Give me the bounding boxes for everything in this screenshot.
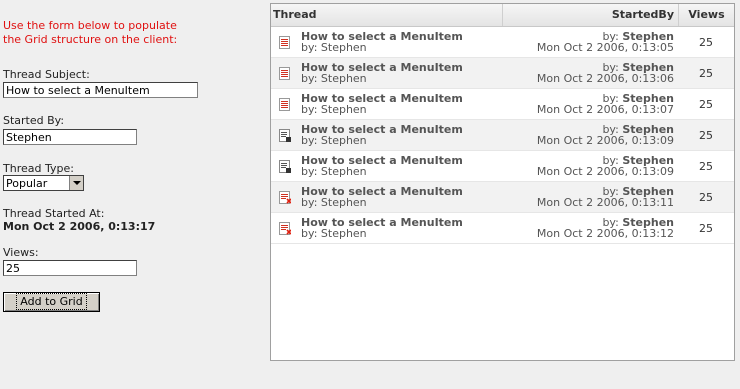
doc-icon	[279, 67, 291, 80]
column-header-views[interactable]: Views	[678, 4, 734, 26]
add-to-grid-button[interactable]: Add to Grid	[3, 292, 100, 312]
add-to-grid-label: Add to Grid	[16, 293, 87, 310]
started-date: Mon Oct 2 2006, 0:13:05	[536, 41, 674, 54]
grid-header: Thread StartedBy Views	[271, 4, 734, 27]
thread-author: by: Stephen	[301, 103, 367, 116]
table-row[interactable]: How to select a MenuItem by: Stephen by: S…	[271, 151, 734, 182]
started-date: Mon Oct 2 2006, 0:13:07	[536, 103, 674, 116]
thread-grid: Thread StartedBy Views How to select a M…	[270, 3, 735, 361]
views-cell: 25	[699, 67, 713, 80]
started-by-cell: by: Stephen Mon Oct 2 2006, 0:13:07	[502, 93, 674, 115]
chevron-down-icon[interactable]	[69, 176, 83, 190]
thread-author: by: Stephen	[301, 196, 367, 209]
started-by-cell: by: Stephen Mon Oct 2 2006, 0:13:05	[502, 31, 674, 53]
views-cell: 25	[699, 129, 713, 142]
thread-author: by: Stephen	[301, 72, 367, 85]
started-by-cell: by: Stephen Mon Oct 2 2006, 0:13:12	[502, 217, 674, 239]
views-input[interactable]	[3, 260, 137, 276]
started-by-cell: by: Stephen Mon Oct 2 2006, 0:13:09	[502, 124, 674, 146]
doc-icon	[279, 98, 291, 111]
started-at-value: Mon Oct 2 2006, 0:13:17	[3, 220, 156, 233]
views-label: Views:	[3, 246, 39, 259]
thread-author: by: Stephen	[301, 41, 367, 54]
column-header-thread[interactable]: Thread	[273, 4, 503, 26]
thread-cell: How to select a MenuItem by: Stephen	[301, 186, 501, 208]
thread-cell: How to select a MenuItem by: Stephen	[301, 31, 501, 53]
thread-type-value: Popular	[6, 176, 48, 190]
thread-cell: How to select a MenuItem by: Stephen	[301, 93, 501, 115]
thread-author: by: Stephen	[301, 227, 367, 240]
thread-author: by: Stephen	[301, 165, 367, 178]
column-header-started-by[interactable]: StartedBy	[502, 4, 678, 26]
thread-cell: How to select a MenuItem by: Stephen	[301, 62, 501, 84]
locked-doc-icon	[279, 129, 291, 142]
views-cell: 25	[699, 160, 713, 173]
locked-doc-icon	[279, 160, 291, 173]
thread-cell: How to select a MenuItem by: Stephen	[301, 155, 501, 177]
doc-icon	[279, 36, 291, 49]
table-row[interactable]: How to select a MenuItem by: Stephen by: S…	[271, 213, 734, 244]
started-at-label: Thread Started At:	[3, 207, 105, 220]
started-date: Mon Oct 2 2006, 0:13:11	[536, 196, 674, 209]
form-instructions: Use the form below to populate the Grid …	[3, 19, 203, 47]
views-cell: 25	[699, 191, 713, 204]
table-row[interactable]: How to select a MenuItem by: Stephen by: S…	[271, 58, 734, 89]
started-date: Mon Oct 2 2006, 0:13:06	[536, 72, 674, 85]
intro-line-1: Use the form below to populate	[3, 19, 177, 32]
started-by-cell: by: Stephen Mon Oct 2 2006, 0:13:09	[502, 155, 674, 177]
table-row[interactable]: How to select a MenuItem by: Stephen by: S…	[271, 182, 734, 213]
table-row[interactable]: How to select a MenuItem by: Stephen by: S…	[271, 27, 734, 58]
started-date: Mon Oct 2 2006, 0:13:09	[536, 134, 674, 147]
thread-cell: How to select a MenuItem by: Stephen	[301, 217, 501, 239]
started-date: Mon Oct 2 2006, 0:13:09	[536, 165, 674, 178]
views-cell: 25	[699, 98, 713, 111]
started-by-cell: by: Stephen Mon Oct 2 2006, 0:13:11	[502, 186, 674, 208]
thread-author: by: Stephen	[301, 134, 367, 147]
table-row[interactable]: How to select a MenuItem by: Stephen by: S…	[271, 120, 734, 151]
intro-line-2: the Grid structure on the client:	[3, 33, 178, 46]
thread-type-label: Thread Type:	[3, 162, 74, 175]
hot-doc-icon	[279, 191, 292, 204]
table-row[interactable]: How to select a MenuItem by: Stephen by: S…	[271, 89, 734, 120]
started-by-input[interactable]	[3, 129, 137, 145]
started-date: Mon Oct 2 2006, 0:13:12	[536, 227, 674, 240]
views-cell: 25	[699, 222, 713, 235]
started-by-cell: by: Stephen Mon Oct 2 2006, 0:13:06	[502, 62, 674, 84]
views-cell: 25	[699, 36, 713, 49]
thread-cell: How to select a MenuItem by: Stephen	[301, 124, 501, 146]
hot-doc-icon	[279, 222, 292, 235]
thread-type-select[interactable]: Popular	[3, 175, 84, 191]
started-by-label: Started By:	[3, 114, 65, 127]
thread-subject-label: Thread Subject:	[3, 68, 90, 81]
thread-subject-input[interactable]	[3, 82, 198, 98]
